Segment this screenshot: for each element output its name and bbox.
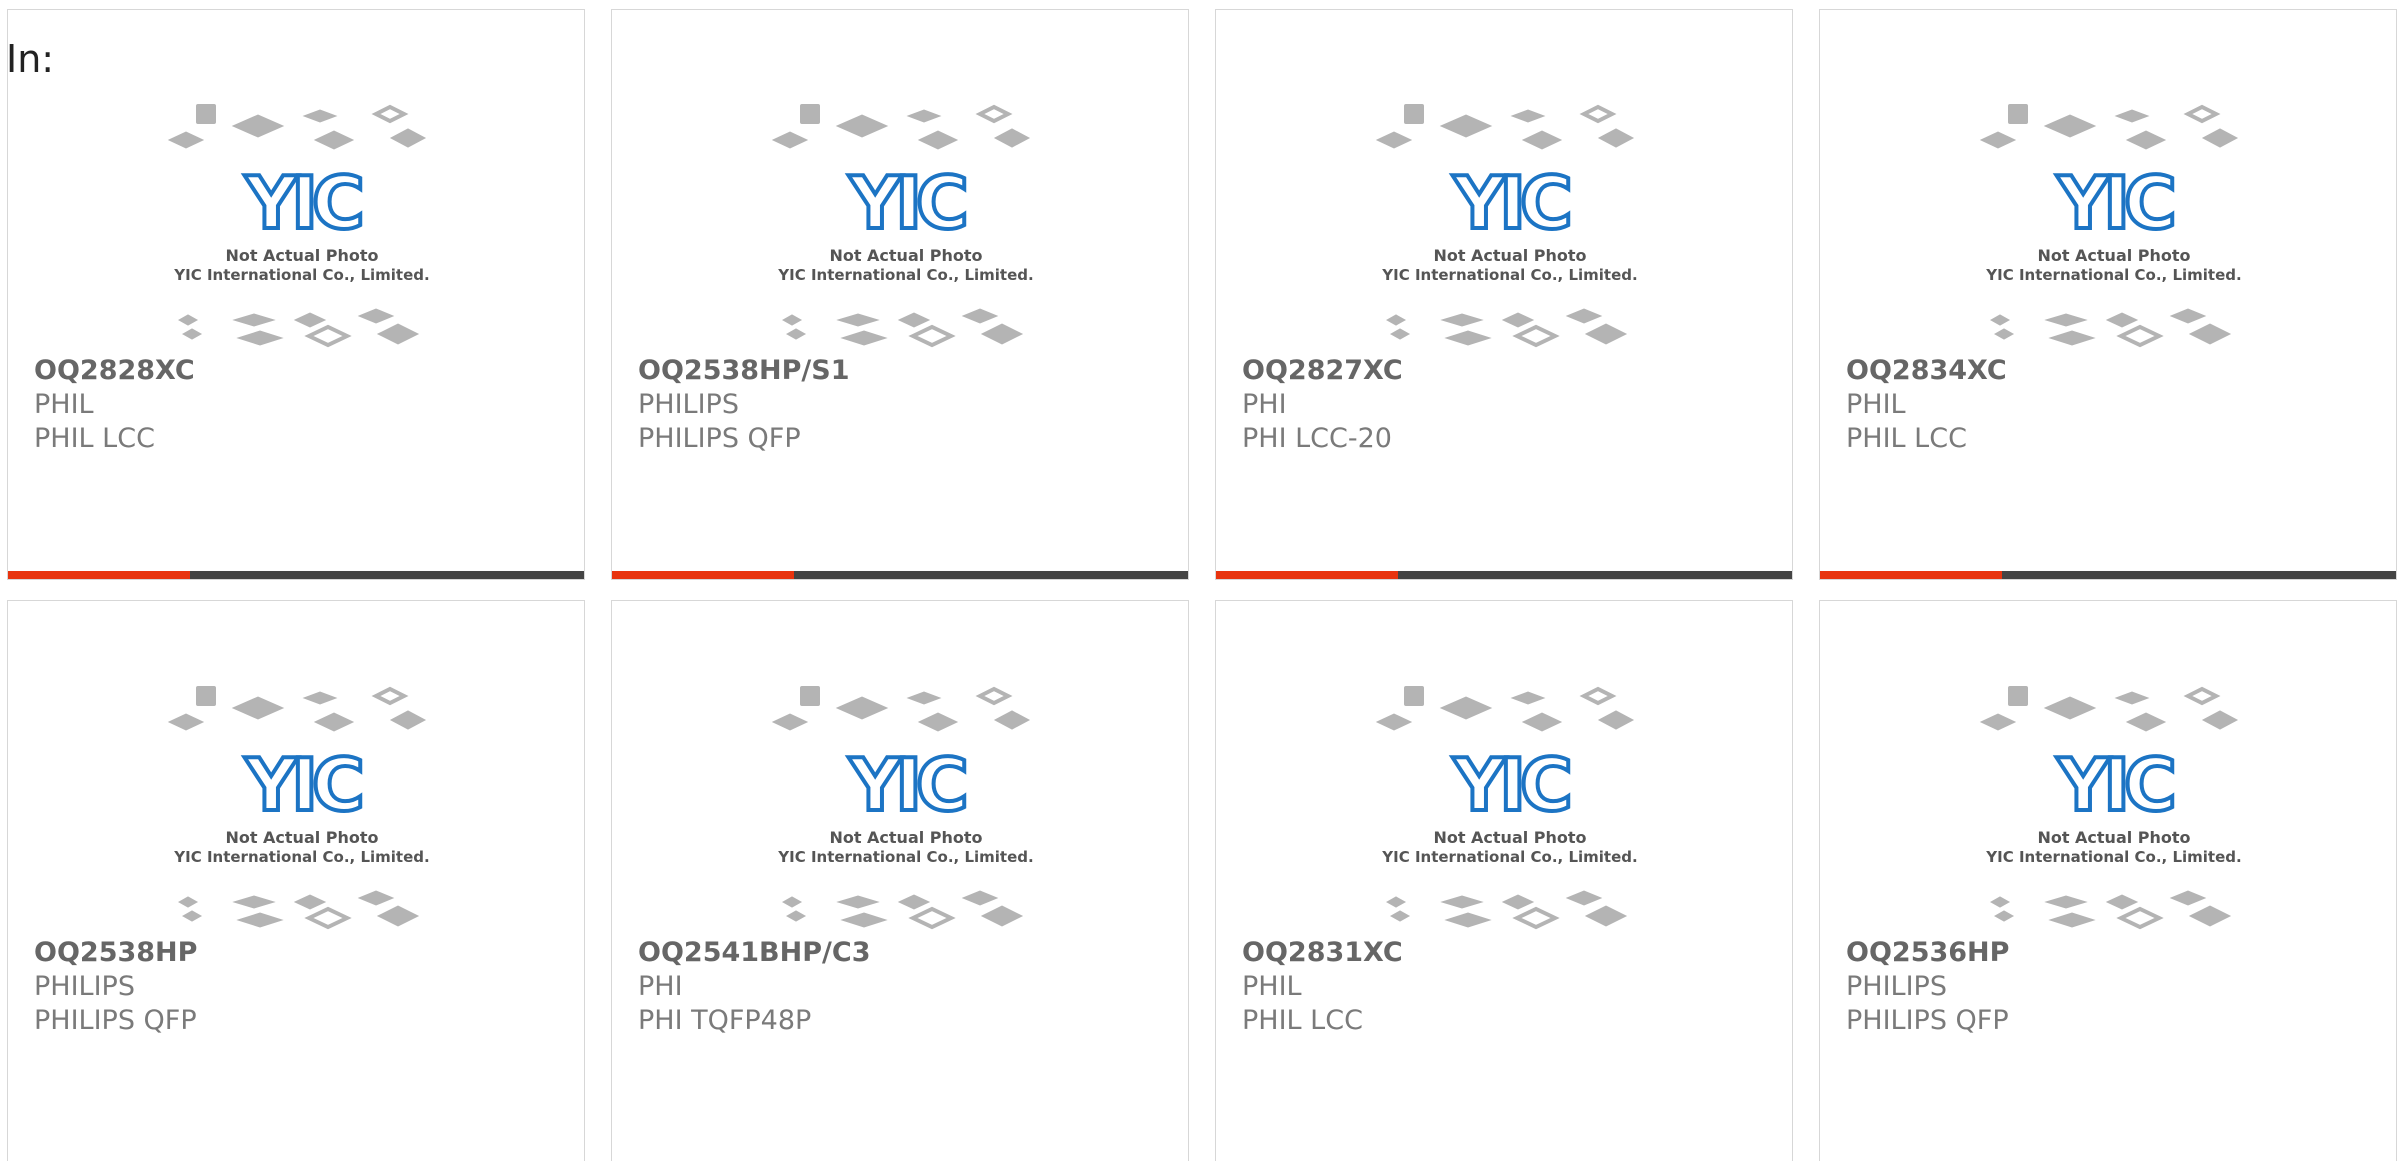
product-info: OQ2536HP PHILIPS PHILIPS QFP	[1846, 936, 2009, 1038]
product-grid: YIC Not Actual Photo YIC International Co.…	[0, 0, 2400, 1161]
svg-text:YIC: YIC	[848, 161, 965, 245]
in-label: In:	[6, 37, 55, 81]
product-card[interactable]: YIC Not Actual Photo YIC International Co.…	[1215, 9, 1793, 580]
manufacturer: PHILIPS	[34, 971, 135, 1002]
placeholder-photo: YICNot Actual PhotoYIC International Co.…	[1375, 686, 1638, 930]
svg-text:Not Actual Photo: Not Actual Photo	[1433, 246, 1586, 265]
card-accent-bar	[612, 571, 794, 579]
svg-text:Not Actual Photo: Not Actual Photo	[2037, 246, 2190, 265]
svg-text:YIC: YIC	[244, 743, 361, 827]
product-card[interactable]: YIC Not Actual Photo YIC International Co.…	[7, 600, 585, 1161]
card-accent-bar	[8, 571, 190, 579]
manufacturer: PHILIPS	[638, 389, 739, 420]
svg-text:YIC International Co., Limited: YIC International Co., Limited.	[173, 266, 429, 284]
part-number-link[interactable]: OQ2536HP	[1846, 936, 2009, 970]
manufacturer: PHI	[638, 971, 683, 1002]
svg-text:Not Actual Photo: Not Actual Photo	[829, 246, 982, 265]
placeholder-photo: YICNot Actual PhotoYIC International Co.…	[1979, 686, 2242, 930]
product-info: OQ2541BHP/C3 PHI PHI TQFP48P	[638, 936, 870, 1038]
manufacturer: PHI	[1242, 389, 1287, 420]
product-info: OQ2831XC PHIL PHIL LCC	[1242, 936, 1403, 1038]
svg-text:Not Actual Photo: Not Actual Photo	[225, 246, 378, 265]
product-card[interactable]: YIC Not Actual Photo YIC International Co.…	[7, 9, 585, 580]
svg-text:YIC: YIC	[244, 161, 361, 245]
svg-text:YIC: YIC	[848, 743, 965, 827]
card-accent-bar	[1820, 571, 2002, 579]
product-card[interactable]: YIC Not Actual Photo YIC International Co.…	[1819, 9, 2397, 580]
product-card[interactable]: YIC Not Actual Photo YIC International Co.…	[1819, 600, 2397, 1161]
product-info: OQ2827XC PHI PHI LCC-20	[1242, 354, 1403, 456]
product-grid-page: In: YIC Not Actual Photo YIC International…	[0, 0, 2400, 1161]
card-bottom-bar	[1820, 571, 2396, 579]
part-number-link[interactable]: OQ2541BHP/C3	[638, 936, 870, 970]
package-description: PHIL LCC	[1846, 423, 1967, 454]
svg-text:YIC: YIC	[2056, 743, 2173, 827]
svg-text:YIC International Co., Limited: YIC International Co., Limited.	[1381, 266, 1637, 284]
part-number-link[interactable]: OQ2828XC	[34, 354, 195, 388]
svg-text:Not Actual Photo: Not Actual Photo	[2037, 828, 2190, 847]
package-description: PHI TQFP48P	[638, 1005, 812, 1036]
card-accent-bar	[1216, 571, 1398, 579]
svg-text:YIC: YIC	[1452, 161, 1569, 245]
manufacturer: PHIL	[1846, 389, 1906, 420]
svg-text:YIC International Co., Limited: YIC International Co., Limited.	[1985, 848, 2241, 866]
package-description: PHILIPS QFP	[1846, 1005, 2009, 1036]
svg-text:YIC International Co., Limited: YIC International Co., Limited.	[777, 848, 1033, 866]
part-number-link[interactable]: OQ2827XC	[1242, 354, 1403, 388]
placeholder-photo: YICNot Actual PhotoYIC International Co.…	[1979, 104, 2242, 348]
svg-text:YIC: YIC	[1452, 743, 1569, 827]
svg-text:Not Actual Photo: Not Actual Photo	[1433, 828, 1586, 847]
svg-text:YIC International Co., Limited: YIC International Co., Limited.	[1985, 266, 2241, 284]
card-bottom-bar	[612, 571, 1188, 579]
part-number-link[interactable]: OQ2834XC	[1846, 354, 2007, 388]
svg-text:Not Actual Photo: Not Actual Photo	[225, 828, 378, 847]
part-number-link[interactable]: OQ2538HP/S1	[638, 354, 850, 388]
svg-text:YIC International Co., Limited: YIC International Co., Limited.	[777, 266, 1033, 284]
card-bottom-bar	[1216, 571, 1792, 579]
product-info: OQ2538HP/S1 PHILIPS PHILIPS QFP	[638, 354, 850, 456]
manufacturer: PHILIPS	[1846, 971, 1947, 1002]
product-card[interactable]: YIC Not Actual Photo YIC International Co.…	[611, 9, 1189, 580]
part-number-link[interactable]: OQ2831XC	[1242, 936, 1403, 970]
card-bottom-bar	[8, 571, 584, 579]
product-card[interactable]: YIC Not Actual Photo YIC International Co.…	[611, 600, 1189, 1161]
placeholder-photo: YICNot Actual PhotoYIC International Co.…	[771, 686, 1034, 930]
svg-text:YIC International Co., Limited: YIC International Co., Limited.	[1381, 848, 1637, 866]
placeholder-photo: YICNot Actual PhotoYIC International Co.…	[771, 104, 1034, 348]
placeholder-photo: YICNot Actual PhotoYIC International Co.…	[1375, 104, 1638, 348]
package-description: PHIL LCC	[1242, 1005, 1363, 1036]
package-description: PHIL LCC	[34, 423, 155, 454]
manufacturer: PHIL	[34, 389, 94, 420]
placeholder-photo: YICNot Actual PhotoYIC International Co.…	[167, 686, 430, 930]
package-description: PHILIPS QFP	[638, 423, 801, 454]
placeholder-photo: YICNot Actual PhotoYIC International Co.…	[167, 104, 430, 348]
product-info: OQ2828XC PHIL PHIL LCC	[34, 354, 195, 456]
svg-text:Not Actual Photo: Not Actual Photo	[829, 828, 982, 847]
package-description: PHI LCC-20	[1242, 423, 1392, 454]
manufacturer: PHIL	[1242, 971, 1302, 1002]
package-description: PHILIPS QFP	[34, 1005, 197, 1036]
product-info: OQ2834XC PHIL PHIL LCC	[1846, 354, 2007, 456]
svg-text:YIC International Co., Limited: YIC International Co., Limited.	[173, 848, 429, 866]
part-number-link[interactable]: OQ2538HP	[34, 936, 197, 970]
svg-text:YIC: YIC	[2056, 161, 2173, 245]
product-info: OQ2538HP PHILIPS PHILIPS QFP	[34, 936, 197, 1038]
product-card[interactable]: YIC Not Actual Photo YIC International Co.…	[1215, 600, 1793, 1161]
